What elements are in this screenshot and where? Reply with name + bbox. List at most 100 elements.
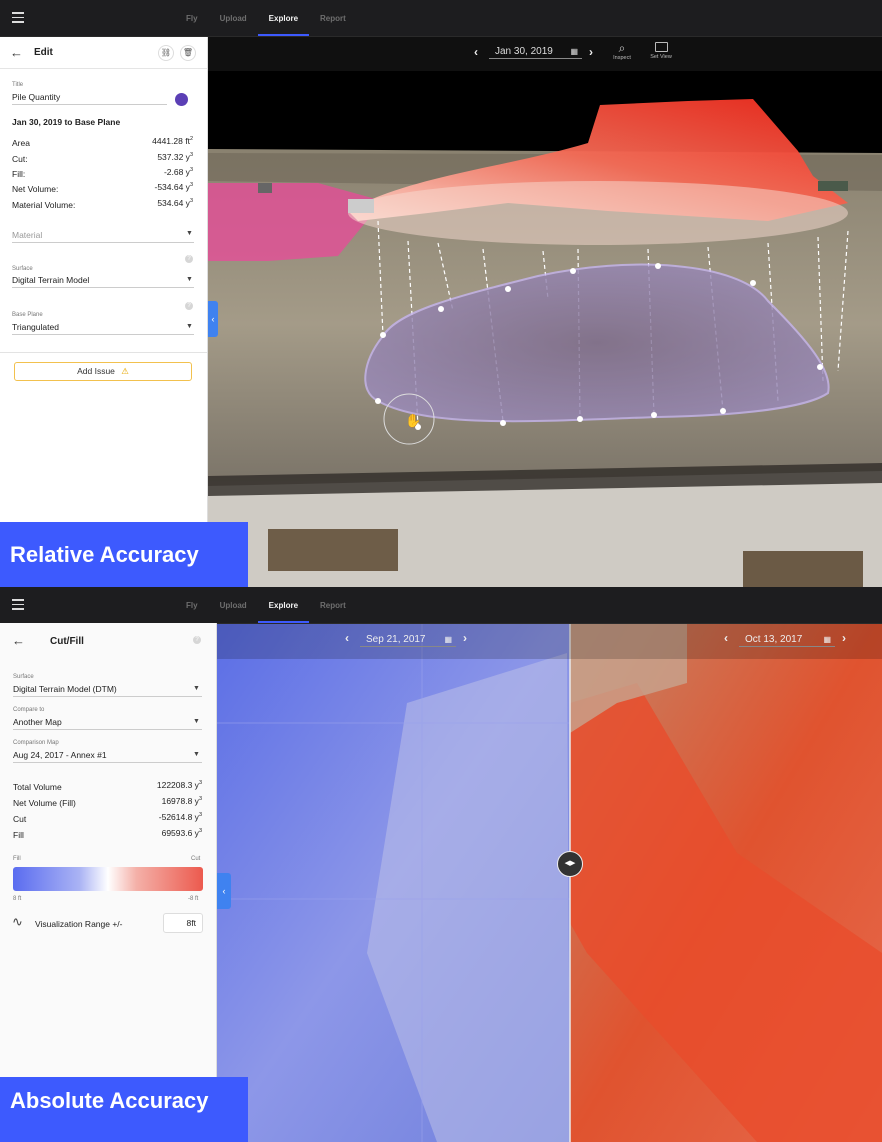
arrow-left-icon[interactable]: ← bbox=[10, 45, 23, 60]
stat-value: 16978.8 y3 bbox=[161, 796, 202, 806]
3d-site-view[interactable]: ✋ ‹ Jan 30, 2019 ▦ › ⌕ Inspect Set View … bbox=[208, 37, 882, 587]
stat-value: 122208.3 y3 bbox=[156, 780, 202, 790]
tab-report[interactable]: Report bbox=[309, 0, 357, 37]
comparison-heading: Jan 30, 2019 to Base Plane bbox=[12, 117, 121, 127]
title-label: Title bbox=[12, 82, 24, 88]
stat-label: Net Volume: bbox=[12, 184, 59, 194]
calendar-icon: ▦ bbox=[823, 635, 831, 644]
right-next-date-arrow[interactable]: › bbox=[842, 631, 846, 645]
set-view-icon bbox=[654, 42, 668, 52]
main-nav: Fly Upload Explore Report bbox=[175, 587, 357, 624]
left-date-selector[interactable]: Sep 21, 2017 ▦ bbox=[360, 633, 456, 647]
help-icon[interactable]: ? bbox=[193, 636, 201, 644]
surface-label: Surface bbox=[12, 266, 33, 272]
set-view-label: Set View bbox=[650, 54, 672, 60]
add-issue-button[interactable]: Add Issue ⚠ bbox=[14, 362, 192, 381]
viz-range-value: 8ft bbox=[186, 918, 196, 928]
compare-underline bbox=[13, 729, 202, 730]
stat-label: Material Volume: bbox=[12, 200, 76, 210]
right-previous-date-arrow[interactable]: ‹ bbox=[724, 631, 728, 645]
stat-value: 534.64 y3 bbox=[157, 198, 193, 208]
date-text: Jan 30, 2019 bbox=[495, 46, 553, 57]
badge-text: Absolute Accuracy bbox=[10, 1088, 209, 1113]
cut-fill-panel: ← Cut/Fill ? Surface Digital Terrain Mod… bbox=[0, 623, 217, 1142]
tab-fly[interactable]: Fly bbox=[175, 587, 209, 624]
badge-text: Relative Accuracy bbox=[10, 542, 199, 567]
inspect-icon: ⌕ bbox=[618, 41, 626, 55]
previous-date-arrow[interactable]: ‹ bbox=[474, 45, 478, 59]
chevron-down-icon: ▼ bbox=[193, 718, 200, 725]
stat-label: Cut bbox=[13, 814, 27, 824]
hand-cursor-icon: ✋ bbox=[405, 413, 422, 428]
chevron-down-icon: ▼ bbox=[193, 685, 200, 692]
material-underline bbox=[12, 242, 194, 243]
legend-min-label: 8 ft bbox=[13, 896, 22, 902]
left-previous-date-arrow[interactable]: ‹ bbox=[345, 631, 349, 645]
viz-range-input[interactable]: 8ft bbox=[163, 913, 203, 933]
link-icon[interactable]: ⛓ bbox=[158, 45, 174, 61]
left-next-date-arrow[interactable]: › bbox=[463, 631, 467, 645]
absolute-accuracy-badge: Absolute Accuracy bbox=[0, 1077, 248, 1142]
hamburger-icon[interactable] bbox=[12, 12, 24, 23]
stat-value: 69593.6 y3 bbox=[161, 828, 202, 838]
base-plane-select[interactable]: Triangulated bbox=[12, 322, 59, 332]
tab-upload[interactable]: Upload bbox=[209, 587, 258, 624]
help-icon[interactable]: ? bbox=[185, 302, 193, 310]
comparison-map-label: Comparison Map bbox=[13, 740, 59, 746]
help-icon[interactable]: ? bbox=[185, 255, 193, 263]
chevron-down-icon: ▼ bbox=[186, 323, 193, 330]
trash-icon[interactable]: 🗑 bbox=[180, 45, 196, 61]
compare-label: Compare to bbox=[13, 707, 45, 713]
collapse-panel-toggle[interactable]: ‹ bbox=[217, 873, 231, 909]
divider bbox=[0, 352, 207, 353]
color-dot[interactable] bbox=[175, 93, 188, 106]
compare-select[interactable]: Another Map bbox=[13, 717, 62, 727]
title-underline bbox=[12, 104, 167, 105]
base-plane-label: Base Plane bbox=[12, 312, 43, 318]
top-app-bar: Fly Upload Explore Report bbox=[0, 587, 882, 624]
tab-explore[interactable]: Explore bbox=[257, 0, 310, 37]
stat-label: Fill bbox=[13, 830, 24, 840]
cut-fill-overlay bbox=[217, 623, 882, 1142]
arrow-left-icon[interactable]: ← bbox=[12, 633, 25, 648]
date-selector[interactable]: Jan 30, 2019 ▦ bbox=[489, 45, 582, 59]
calendar-icon: ▦ bbox=[570, 47, 578, 56]
wave-icon: ∿ bbox=[12, 914, 23, 929]
legend-cut-label: Cut bbox=[191, 856, 201, 862]
tab-explore[interactable]: Explore bbox=[257, 587, 310, 624]
stat-label: Cut: bbox=[12, 154, 28, 164]
surface-underline bbox=[13, 696, 202, 697]
stat-label: Fill: bbox=[12, 169, 26, 179]
hamburger-icon[interactable] bbox=[12, 599, 24, 610]
add-issue-label: Add Issue bbox=[77, 366, 115, 376]
material-select[interactable]: Material bbox=[12, 230, 42, 240]
tab-upload[interactable]: Upload bbox=[209, 0, 258, 37]
panel-header: ← Cut/Fill ? bbox=[0, 623, 216, 655]
cut-fill-map[interactable]: ◀▶ ‹ Sep 21, 2017 ▦ › ‹ Oct 13, 2017 ▦ ›… bbox=[217, 623, 882, 1142]
calendar-icon: ▦ bbox=[444, 635, 452, 644]
panel-title: Cut/Fill bbox=[50, 636, 84, 647]
top-app-bar: Fly Upload Explore Report bbox=[0, 0, 882, 37]
surface-select[interactable]: Digital Terrain Model bbox=[12, 275, 89, 285]
legend-fill-label: Fill bbox=[13, 856, 21, 862]
comparison-map-select[interactable]: Aug 24, 2017 - Annex #1 bbox=[13, 750, 107, 760]
title-input[interactable]: Pile Quantity bbox=[12, 92, 60, 102]
tab-report[interactable]: Report bbox=[309, 587, 357, 624]
right-date-text: Oct 13, 2017 bbox=[745, 634, 803, 645]
surface-select[interactable]: Digital Terrain Model (DTM) bbox=[13, 684, 117, 694]
tab-fly[interactable]: Fly bbox=[175, 0, 209, 37]
absolute-accuracy-screenshot: ◀▶ ‹ Sep 21, 2017 ▦ › ‹ Oct 13, 2017 ▦ ›… bbox=[0, 587, 882, 1142]
base-plane-underline bbox=[12, 334, 194, 335]
relative-accuracy-screenshot: ✋ ‹ Jan 30, 2019 ▦ › ⌕ Inspect Set View … bbox=[0, 0, 882, 587]
collapse-panel-toggle[interactable]: ‹ bbox=[208, 301, 218, 337]
next-date-arrow[interactable]: › bbox=[589, 45, 593, 59]
inspect-label: Inspect bbox=[613, 55, 631, 61]
swipe-handle[interactable]: ◀▶ bbox=[557, 851, 583, 877]
inspect-tool[interactable]: ⌕ Inspect bbox=[609, 41, 635, 61]
right-date-selector[interactable]: Oct 13, 2017 ▦ bbox=[739, 633, 835, 647]
set-view-tool[interactable]: Set View bbox=[646, 41, 676, 60]
chevron-down-icon: ▼ bbox=[193, 751, 200, 758]
stat-label: Net Volume (Fill) bbox=[13, 798, 76, 808]
comparison-map-underline bbox=[13, 762, 202, 763]
viz-range-label: Visualization Range +/- bbox=[35, 919, 123, 929]
